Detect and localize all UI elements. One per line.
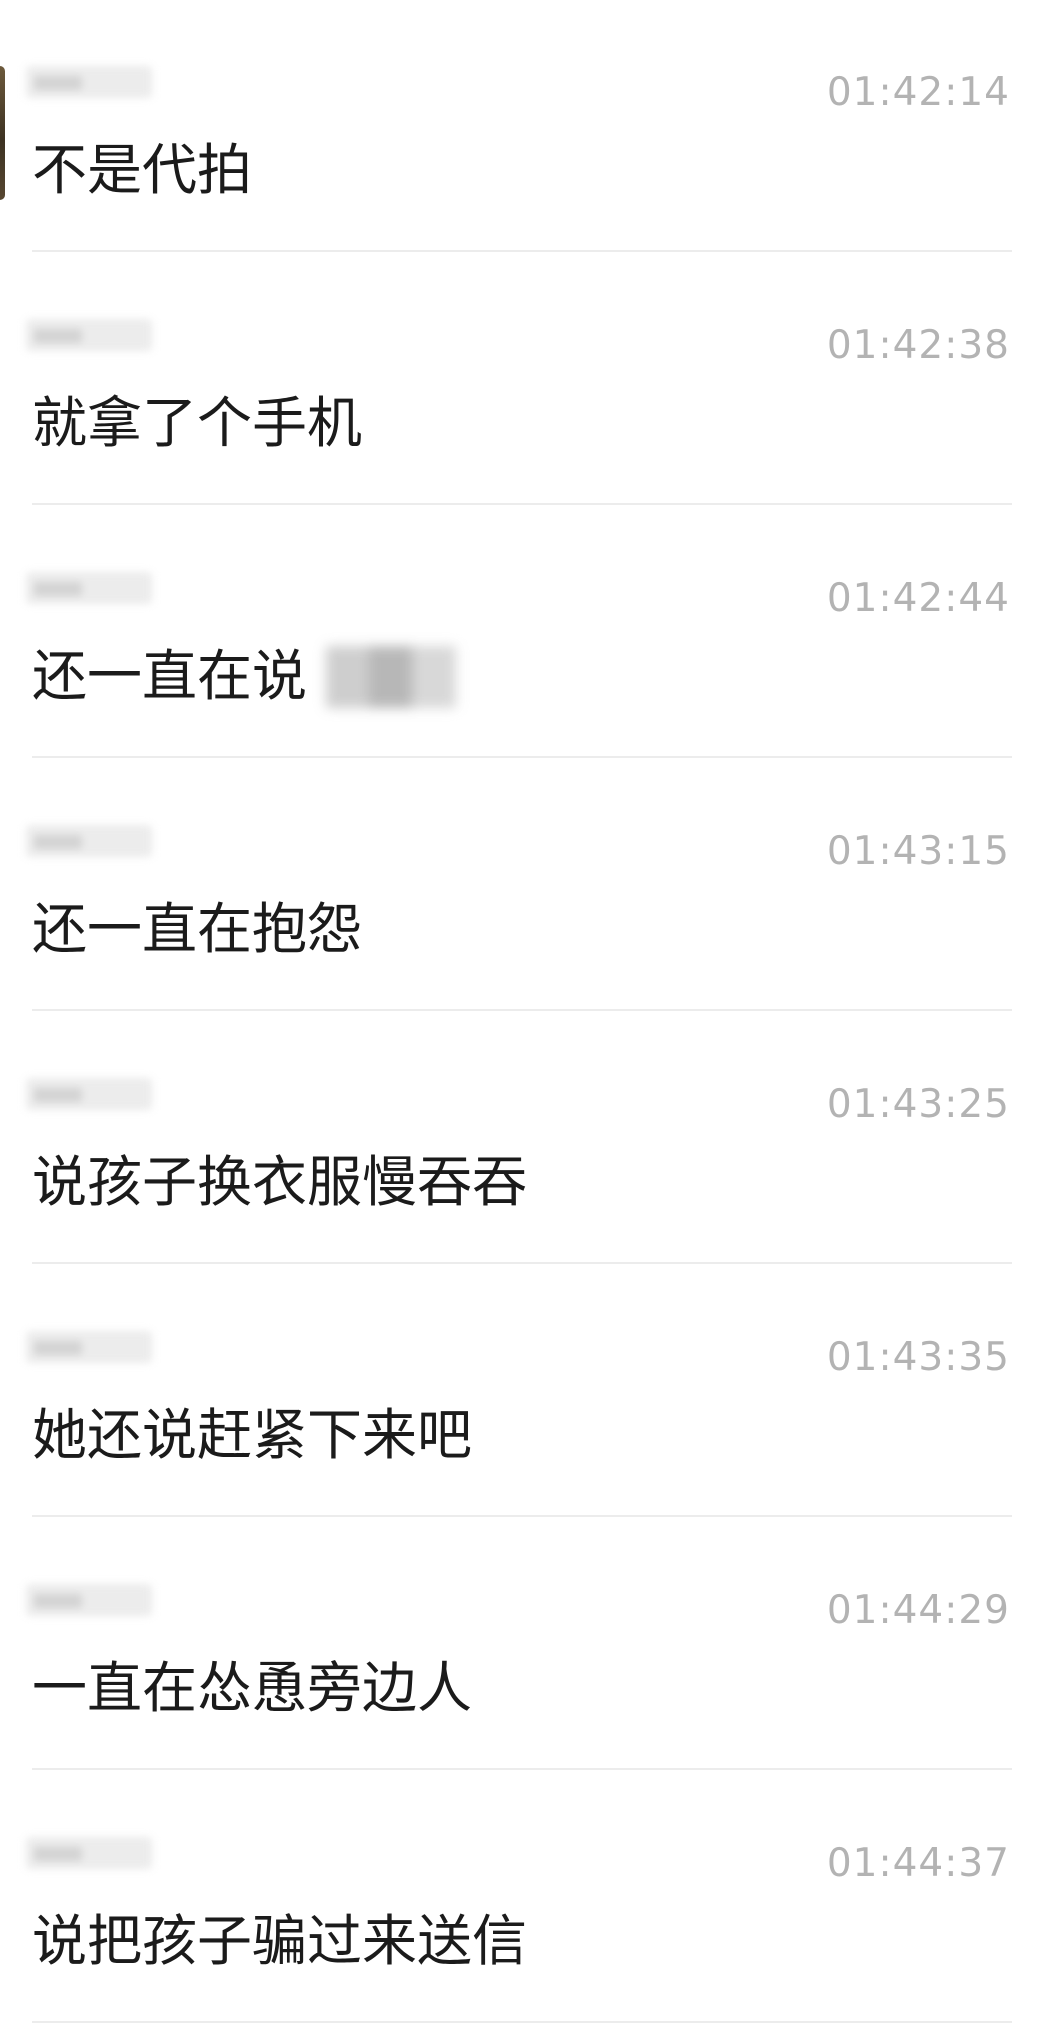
divider [32,1262,1012,1264]
redaction-blur [326,646,456,708]
divider [32,756,1012,758]
message-list: 01:42:14 不是代拍 01:42:38 就拿了个手机 01:42:44 还… [0,0,1064,2024]
message-item[interactable]: 01:42:44 还一直在说 [0,506,1064,759]
divider [32,1515,1012,1517]
message-timestamp: 01:42:14 [826,70,1010,115]
sender-name-blurred [26,1331,152,1363]
divider [32,1009,1012,1011]
sender-name-blurred [26,66,152,98]
message-text: 一直在怂恿旁边人 [32,1656,473,1720]
message-timestamp: 01:44:29 [826,1588,1010,1633]
message-item[interactable]: 01:43:15 还一直在抱怨 [0,759,1064,1012]
message-timestamp: 01:44:37 [826,1841,1010,1886]
message-item[interactable]: 01:43:35 她还说赶紧下来吧 [0,1265,1064,1518]
message-item[interactable]: 01:43:25 说孩子换衣服慢吞吞 [0,1012,1064,1265]
message-item[interactable]: 01:42:14 不是代拍 [0,0,1064,253]
message-timestamp: 01:42:44 [826,576,1010,621]
message-timestamp: 01:43:15 [826,829,1010,874]
sender-name-blurred [26,572,152,604]
sender-name-blurred [26,319,152,351]
message-text: 还一直在抱怨 [32,897,363,961]
message-text: 还一直在说 [32,644,308,708]
message-timestamp: 01:42:38 [826,323,1010,368]
divider [32,2021,1012,2023]
divider [32,1768,1012,1770]
divider [32,250,1012,252]
sender-name-blurred [26,825,152,857]
message-item[interactable]: 01:44:37 说把孩子骗过来送信 [0,1771,1064,2024]
message-text: 不是代拍 [32,138,253,202]
sender-name-blurred [26,1837,152,1869]
message-timestamp: 01:43:35 [826,1335,1010,1380]
divider [32,503,1012,505]
sender-name-blurred [26,1584,152,1616]
message-item[interactable]: 01:42:38 就拿了个手机 [0,253,1064,506]
sender-name-blurred [26,1078,152,1110]
message-text: 就拿了个手机 [32,391,363,455]
message-text: 说孩子换衣服慢吞吞 [32,1150,528,1214]
message-timestamp: 01:43:25 [826,1082,1010,1127]
message-text: 她还说赶紧下来吧 [32,1403,473,1467]
message-text: 说把孩子骗过来送信 [32,1909,528,1973]
message-item[interactable]: 01:44:29 一直在怂恿旁边人 [0,1518,1064,1771]
